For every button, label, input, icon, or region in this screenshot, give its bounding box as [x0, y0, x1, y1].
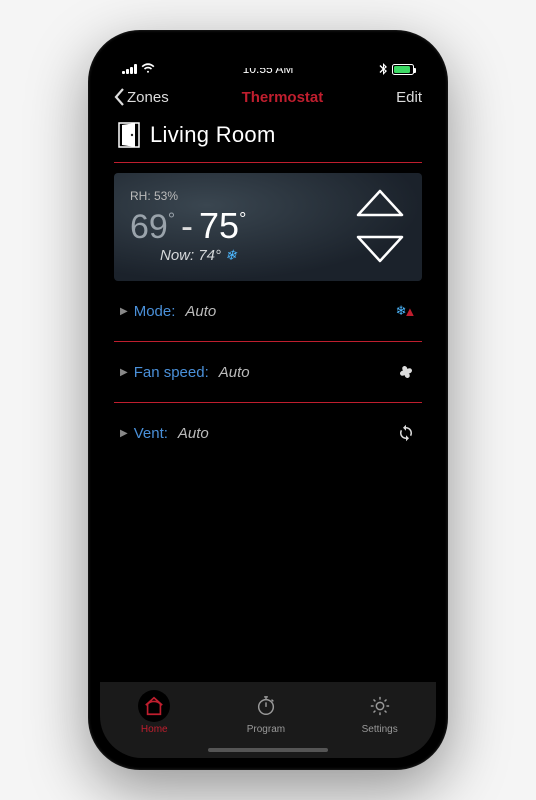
temperature-panel: RH: 53% 69° - 75° Now: 74° ❄	[114, 173, 422, 281]
bluetooth-icon	[379, 63, 387, 75]
notch	[188, 42, 348, 68]
cellular-signal-icon	[122, 64, 137, 74]
vent-value: Auto	[178, 425, 209, 442]
wifi-icon	[141, 62, 155, 76]
vent-label: Vent:	[134, 425, 168, 442]
home-icon	[143, 695, 165, 717]
fan-icon	[396, 362, 416, 382]
fan-speed-row[interactable]: ▶ Fan speed: Auto	[114, 342, 422, 403]
nav-bar: Zones Thermostat Edit	[100, 82, 436, 116]
tab-home-label: Home	[141, 724, 168, 735]
back-label: Zones	[127, 89, 169, 106]
mode-value: Auto	[185, 303, 216, 320]
caret-right-icon: ▶	[120, 306, 128, 317]
mode-label: Mode:	[134, 303, 176, 320]
phone-device-frame: 10:55 AM Zones Thermostat Edit	[88, 30, 448, 770]
now-label: Now: 74°	[160, 247, 221, 264]
nav-title: Thermostat	[242, 89, 324, 106]
snowflake-icon: ❄	[225, 247, 237, 264]
screen: 10:55 AM Zones Thermostat Edit	[100, 42, 436, 758]
caret-right-icon: ▶	[120, 428, 128, 439]
room-name: Living Room	[150, 122, 276, 148]
fan-label: Fan speed:	[134, 364, 209, 381]
tab-program-label: Program	[247, 724, 285, 735]
fan-value: Auto	[219, 364, 250, 381]
tab-bar: Home Program Settings	[100, 682, 436, 758]
refresh-icon	[396, 423, 416, 443]
caret-right-icon: ▶	[120, 367, 128, 378]
gear-icon	[369, 695, 391, 717]
home-indicator[interactable]	[208, 748, 328, 752]
tab-home[interactable]: Home	[138, 690, 170, 735]
temp-high: 75	[199, 205, 239, 246]
edit-button[interactable]: Edit	[396, 89, 422, 106]
tab-settings-label: Settings	[362, 724, 398, 735]
setpoint-display: 69° - 75°	[130, 205, 246, 247]
mode-auto-icon: ❄▲	[396, 301, 416, 321]
battery-icon	[392, 64, 414, 75]
chevron-left-icon	[114, 88, 125, 106]
current-temp: Now: 74° ❄	[130, 247, 246, 264]
tab-settings[interactable]: Settings	[362, 690, 398, 735]
room-header: Living Room	[114, 116, 422, 163]
temp-up-button[interactable]	[354, 187, 406, 219]
humidity-label: RH: 53%	[130, 189, 246, 203]
tab-program[interactable]: Program	[247, 690, 285, 735]
temp-down-button[interactable]	[354, 233, 406, 265]
mode-row[interactable]: ▶ Mode: Auto ❄▲	[114, 281, 422, 342]
door-icon	[118, 122, 140, 148]
vent-row[interactable]: ▶ Vent: Auto	[114, 403, 422, 463]
stopwatch-icon	[255, 695, 277, 717]
back-button[interactable]: Zones	[114, 88, 169, 106]
temp-low: 69	[130, 208, 168, 246]
